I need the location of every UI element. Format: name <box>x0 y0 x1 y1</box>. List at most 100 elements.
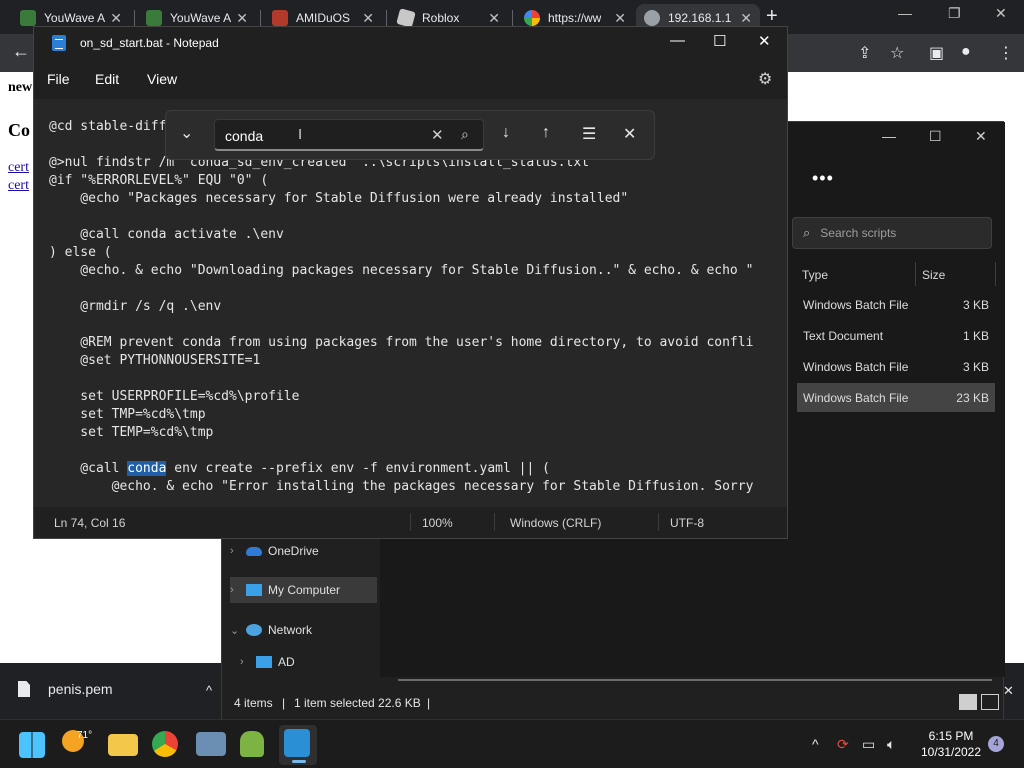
tab-title: YouWave A <box>170 11 232 25</box>
find-value: conda <box>225 128 264 144</box>
search-icon: ⌕ <box>803 225 811 240</box>
download-item[interactable]: penis.pem <box>18 681 113 697</box>
close-icon[interactable]: ✕ <box>488 10 500 27</box>
close-icon[interactable]: ✕ <box>758 32 771 50</box>
start-button[interactable] <box>19 732 45 758</box>
close-find-icon[interactable]: ✕ <box>623 124 636 144</box>
notepad-title-bar[interactable]: on_sd_start.bat - Notepad — ☐ ✕ <box>34 27 787 59</box>
chrome-icon[interactable] <box>152 731 178 757</box>
selection-info: 1 item selected 22.6 KB <box>294 696 421 710</box>
tab-title: https://ww <box>548 11 602 25</box>
file-size: 3 KB <box>962 360 989 374</box>
menu-file[interactable]: File <box>47 71 70 87</box>
page-link[interactable]: cert <box>8 178 29 194</box>
close-icon[interactable]: ✕ <box>236 10 248 27</box>
close-icon[interactable]: ✕ <box>740 10 752 27</box>
photos-icon[interactable] <box>196 732 226 756</box>
weather-temperature: 71° <box>77 730 93 741</box>
new-tab-button[interactable]: + <box>766 5 778 28</box>
maximize-icon[interactable]: ☐ <box>929 128 942 145</box>
clear-icon[interactable]: ✕ <box>431 126 444 144</box>
tiles-view-icon[interactable] <box>981 694 999 710</box>
chevron-up-icon[interactable]: ^ <box>206 683 212 698</box>
menu-edit[interactable]: Edit <box>95 71 119 87</box>
notepad-taskbar-icon[interactable] <box>284 729 310 763</box>
nav-item-network[interactable]: ⌄ Network <box>230 617 378 643</box>
find-input[interactable]: conda I ✕ ⌕ <box>214 119 484 151</box>
close-window-icon[interactable]: ✕ <box>995 5 1007 22</box>
search-input[interactable]: ⌕ Search scripts <box>792 217 992 249</box>
column-header-type[interactable]: Type <box>802 263 828 287</box>
notepad-menu-bar: File Edit View ⚙ <box>34 59 787 99</box>
code-line: set TMP=%cd%\tmp <box>49 407 206 422</box>
gear-icon[interactable]: ⚙ <box>758 69 772 89</box>
notification-badge[interactable]: 4 <box>988 736 1004 752</box>
close-icon[interactable]: ✕ <box>1003 683 1014 699</box>
horizontal-scrollbar[interactable] <box>398 679 992 681</box>
code-line: @REM prevent conda from using packages f… <box>49 335 754 350</box>
back-arrow-icon[interactable]: ← <box>12 41 30 62</box>
text-editor[interactable]: @cd stable-diff @>nul findstr /m "conda_… <box>34 99 787 507</box>
chevron-down-icon[interactable]: ⌄ <box>180 123 193 143</box>
maximize-icon[interactable]: ☐ <box>713 32 726 50</box>
find-options-icon[interactable]: ☰ <box>582 124 596 144</box>
android-icon[interactable] <box>240 731 264 757</box>
page-link[interactable]: cert <box>8 160 29 176</box>
tab-separator <box>386 10 387 26</box>
close-icon[interactable]: ✕ <box>975 128 987 145</box>
file-row-selected[interactable]: Windows Batch File 23 KB <box>797 383 995 412</box>
minimize-icon[interactable]: — <box>882 128 896 144</box>
restore-icon[interactable]: ❐ <box>948 5 961 22</box>
file-row[interactable]: Windows Batch File 3 KB <box>797 290 995 319</box>
nav-item-ad[interactable]: › AD <box>240 649 378 675</box>
close-icon[interactable]: ✕ <box>110 10 122 27</box>
close-icon[interactable]: ✕ <box>614 10 626 27</box>
menu-view[interactable]: View <box>147 71 177 87</box>
find-next-icon[interactable]: ↓ <box>502 124 510 142</box>
profile-icon[interactable]: ● <box>961 43 971 61</box>
youwave-icon <box>20 10 36 26</box>
column-header-size[interactable]: Size <box>922 263 945 287</box>
file-size: 3 KB <box>962 298 989 312</box>
volume-icon[interactable]: 🔈︎ <box>887 736 895 753</box>
amiduos-icon <box>272 10 288 26</box>
close-icon[interactable]: ✕ <box>362 10 374 27</box>
file-row[interactable]: Text Document 1 KB <box>797 321 995 350</box>
sidebar-icon[interactable]: ▣ <box>929 43 944 63</box>
minimize-icon[interactable]: — <box>670 32 685 49</box>
clock[interactable]: 6:15 PM 10/31/2022 <box>916 728 986 760</box>
status-separator: | <box>427 696 431 710</box>
computer-icon <box>256 656 272 668</box>
column-separator[interactable] <box>995 262 996 286</box>
cursor-position: Ln 74, Col 16 <box>54 516 126 530</box>
file-explorer-icon[interactable] <box>108 734 138 756</box>
sync-icon[interactable]: ⟳ <box>837 736 849 753</box>
code-line: @echo. & echo "Error installing the pack… <box>49 479 754 494</box>
more-options-button[interactable]: ••• <box>812 168 834 189</box>
youwave-icon <box>146 10 162 26</box>
nav-item-onedrive[interactable]: › OneDrive <box>230 538 378 564</box>
chevron-up-icon[interactable]: ^ <box>812 736 819 752</box>
page-heading: Co <box>8 120 30 140</box>
search-icon[interactable]: ⌕ <box>461 126 469 143</box>
code-text: env create --prefix env -f environment.y… <box>166 461 550 476</box>
minimize-icon[interactable]: — <box>898 5 912 21</box>
file-row[interactable]: Windows Batch File 3 KB <box>797 352 995 381</box>
network-icon <box>246 624 262 636</box>
computer-icon <box>246 584 262 596</box>
roblox-icon <box>396 8 416 28</box>
desktop-screen: YouWave A ✕ YouWave A ✕ AMIDuOS ✕ Roblox… <box>0 0 1024 768</box>
file-type: Windows Batch File <box>803 298 909 312</box>
file-type: Windows Batch File <box>803 360 909 374</box>
find-previous-icon[interactable]: ↑ <box>542 124 550 142</box>
details-view-icon[interactable] <box>959 694 977 710</box>
share-icon[interactable]: ⇪ <box>858 43 871 63</box>
nav-item-my-computer[interactable]: › My Computer <box>230 577 377 603</box>
code-line: set TEMP=%cd%\tmp <box>49 425 214 440</box>
star-icon[interactable]: ☆ <box>890 43 904 63</box>
status-separator <box>658 513 659 531</box>
network-icon[interactable]: ▭ <box>862 736 875 753</box>
column-separator[interactable] <box>915 262 916 286</box>
menu-icon[interactable]: ⋮ <box>998 43 1014 63</box>
tab-separator <box>260 10 261 26</box>
